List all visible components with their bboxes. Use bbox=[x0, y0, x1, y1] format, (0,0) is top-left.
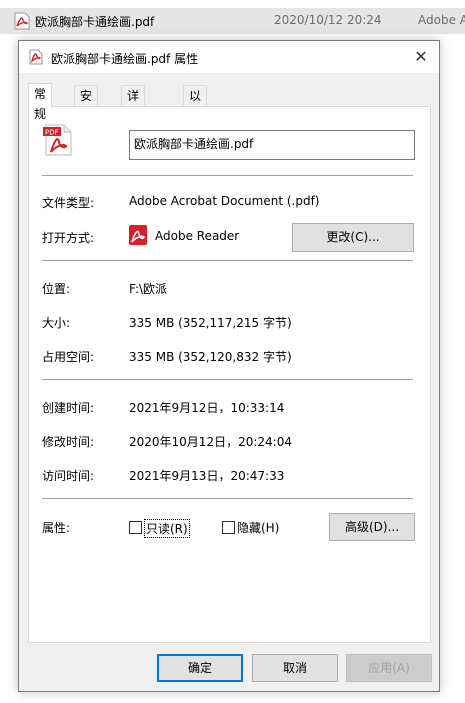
open-with-label: 打开方式: bbox=[42, 231, 95, 245]
readonly-label[interactable]: 只读(R) bbox=[144, 519, 190, 538]
separator bbox=[42, 260, 413, 261]
disk-size-value: 335 MB (352,120,832 字节) bbox=[129, 350, 292, 364]
adobe-reader-icon bbox=[129, 225, 147, 245]
general-panel bbox=[28, 106, 431, 643]
readonly-checkbox[interactable] bbox=[129, 521, 142, 534]
pdf-file-icon: PDF bbox=[43, 124, 72, 156]
modified-label: 修改时间: bbox=[42, 435, 95, 449]
advanced-button[interactable]: 高级(D)... bbox=[329, 513, 415, 541]
hidden-label[interactable]: 隐藏(H) bbox=[237, 519, 279, 536]
change-button[interactable]: 更改(C)... bbox=[292, 223, 414, 252]
properties-dialog: 欧派胸部卡通绘画.pdf 属性 ✕ 常规 安全 详细信息 以前的版本 PDF 欧… bbox=[18, 40, 440, 692]
file-row-name: 欧派胸部卡通绘画.pdf bbox=[35, 15, 155, 29]
dialog-title: 欧派胸部卡通绘画.pdf 属性 bbox=[51, 52, 199, 66]
file-row-type: Adobe A bbox=[418, 13, 465, 27]
file-type-label: 文件类型: bbox=[42, 196, 95, 210]
file-type-value: Adobe Acrobat Document (.pdf) bbox=[129, 194, 320, 208]
tab-previous-versions[interactable]: 以前的版本 bbox=[183, 85, 208, 183]
separator bbox=[42, 175, 413, 176]
disk-size-label: 占用空间: bbox=[42, 350, 95, 364]
file-row-date: 2020/10/12 20:24 bbox=[274, 13, 382, 27]
tab-general[interactable]: 常规 bbox=[28, 83, 53, 121]
hidden-checkbox[interactable] bbox=[222, 521, 235, 534]
created-value: 2021年9月12日，10:33:14 bbox=[129, 401, 285, 415]
separator bbox=[42, 379, 413, 380]
separator bbox=[42, 498, 413, 499]
tab-details[interactable]: 详细信息 bbox=[121, 85, 146, 163]
attributes-label: 属性: bbox=[42, 521, 71, 535]
modified-value: 2020年10月12日，20:24:04 bbox=[129, 435, 292, 449]
file-list-row[interactable]: 欧派胸部卡通绘画.pdf 2020/10/12 20:24 Adobe A bbox=[0, 8, 465, 34]
ok-button[interactable]: 确定 bbox=[157, 654, 243, 682]
accessed-label: 访问时间: bbox=[42, 469, 95, 483]
location-label: 位置: bbox=[42, 282, 71, 296]
pdf-file-icon bbox=[29, 49, 43, 65]
filename-field[interactable]: 欧派胸部卡通绘画.pdf bbox=[129, 130, 415, 160]
title-bar[interactable]: 欧派胸部卡通绘画.pdf 属性 ✕ bbox=[19, 41, 439, 73]
accessed-value: 2021年9月13日，20:47:33 bbox=[129, 469, 285, 483]
pdf-file-icon bbox=[14, 12, 30, 30]
location-value: F:\欧派 bbox=[129, 282, 168, 296]
apply-button[interactable]: 应用(A) bbox=[346, 654, 432, 682]
tab-security[interactable]: 安全 bbox=[74, 85, 99, 123]
cancel-button[interactable]: 取消 bbox=[252, 654, 338, 682]
created-label: 创建时间: bbox=[42, 401, 95, 415]
close-icon[interactable]: ✕ bbox=[408, 44, 434, 70]
open-with-value: Adobe Reader bbox=[155, 229, 240, 243]
filename-value: 欧派胸部卡通绘画.pdf bbox=[134, 137, 254, 151]
pdf-label: PDF bbox=[45, 129, 59, 137]
size-label: 大小: bbox=[42, 316, 71, 330]
size-value: 335 MB (352,117,215 字节) bbox=[129, 316, 292, 330]
